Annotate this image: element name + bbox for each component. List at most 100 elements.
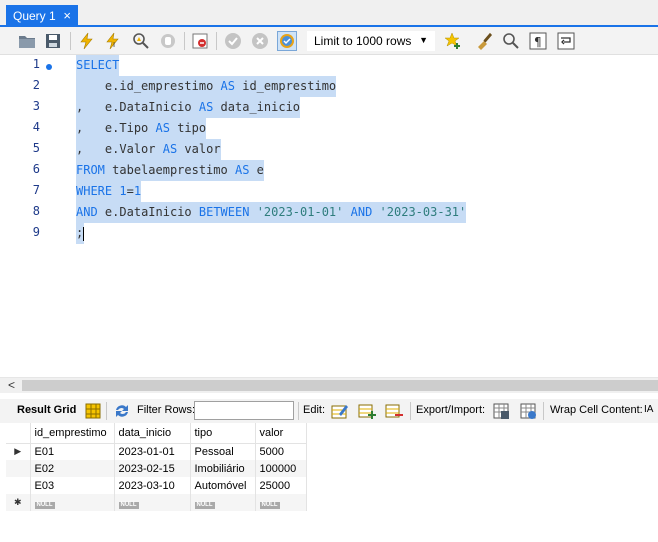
result-grid[interactable]: id_emprestimo data_inicio tipo valor ▶ E… <box>6 423 307 511</box>
code-line[interactable]: ; <box>76 223 85 244</box>
string-literal: '2023-01-01' <box>256 205 344 219</box>
code-line[interactable]: , e.Tipo AS tipo <box>76 118 207 139</box>
table-cell[interactable]: E02 <box>30 460 115 477</box>
close-icon[interactable]: × <box>63 8 71 24</box>
table-cell[interactable]: NULL <box>255 494 307 511</box>
editor-horizontal-scrollbar[interactable]: < <box>0 377 658 393</box>
column-header[interactable]: id_emprestimo <box>30 423 115 444</box>
export-icon[interactable] <box>492 402 510 420</box>
filter-rows-label: Filter Rows: <box>137 404 196 416</box>
query-toolbar: I Limit to 1000 rows ▼ ¶ <box>0 27 658 55</box>
table-row[interactable]: E02 2023-02-15 Imobiliário 100000 <box>6 460 307 477</box>
limit-rows-select[interactable]: Limit to 1000 rows ▼ <box>307 31 435 51</box>
code-text: FROM tabelaemprestimo AS e <box>76 163 264 177</box>
code-token: , <box>76 121 105 135</box>
code-text: AND e.DataInicio BETWEEN '2023-01-01' AN… <box>76 205 466 219</box>
line-number: 6 <box>32 162 40 176</box>
insert-row-icon[interactable] <box>358 402 376 420</box>
scrollbar-thumb[interactable] <box>22 380 658 391</box>
table-cell[interactable]: 100000 <box>255 460 307 477</box>
table-cell[interactable]: E01 <box>30 443 115 460</box>
result-grid-tab[interactable]: Result Grid <box>17 404 76 416</box>
table-cell[interactable]: E03 <box>30 477 115 494</box>
table-cell[interactable]: NULL <box>190 494 256 511</box>
string-literal: '2023-03-31' <box>379 205 467 219</box>
filter-rows-input[interactable] <box>194 401 294 420</box>
execute-lightning-icon[interactable] <box>77 31 97 51</box>
autocommit-toggle-icon[interactable] <box>277 31 297 51</box>
sql-keyword: AS <box>220 79 235 93</box>
invisible-chars-pilcrow-icon[interactable]: ¶ <box>528 31 548 51</box>
toolbar-separator <box>543 402 544 420</box>
code-token: ; <box>76 226 84 240</box>
edit-current-row-icon[interactable] <box>331 402 349 420</box>
code-text: SELECT <box>76 58 119 72</box>
table-cell[interactable]: 2023-02-15 <box>114 460 191 477</box>
table-cell[interactable]: NULL <box>114 494 191 511</box>
explain-magnifier-icon[interactable] <box>131 31 151 51</box>
code-token: Valor <box>119 142 156 156</box>
code-text: e.id_emprestimo AS id_emprestimo <box>76 79 336 93</box>
toolbar-separator <box>106 402 107 420</box>
code-line[interactable]: AND e.DataInicio BETWEEN '2023-01-01' AN… <box>76 202 467 223</box>
code-line[interactable]: , e.DataInicio AS data_inicio <box>76 97 301 118</box>
new-row[interactable]: ✱ NULL NULL NULL NULL <box>6 494 307 511</box>
stop-hand-icon[interactable] <box>158 31 178 51</box>
column-header[interactable]: tipo <box>190 423 256 444</box>
table-row[interactable]: E03 2023-03-10 Automóvel 25000 <box>6 477 307 494</box>
line-number: 2 <box>32 78 40 92</box>
table-cell[interactable]: Automóvel <box>190 477 256 494</box>
beautify-broom-icon[interactable] <box>474 31 494 51</box>
open-folder-icon[interactable] <box>17 31 37 51</box>
code-line[interactable]: , e.Valor AS valor <box>76 139 221 160</box>
import-icon[interactable] <box>519 402 537 420</box>
toolbar-separator <box>216 32 217 50</box>
code-token: Tipo <box>119 121 149 135</box>
column-header[interactable]: valor <box>255 423 307 444</box>
current-statement-dot-icon <box>46 64 52 70</box>
mysql-workbench-query-window: Query 1 × I Limit to 1000 rows ▼ ¶ 1 2 3… <box>0 0 658 542</box>
save-icon[interactable] <box>43 31 63 51</box>
new-row-asterisk-icon: ✱ <box>6 494 31 511</box>
word-wrap-icon[interactable] <box>556 31 576 51</box>
tab-query-1[interactable]: Query 1 × <box>6 5 78 26</box>
table-row[interactable]: ▶ E01 2023-01-01 Pessoal 5000 <box>6 443 307 460</box>
table-cell[interactable]: Imobiliário <box>190 460 256 477</box>
code-line[interactable]: e.id_emprestimo AS id_emprestimo <box>76 76 337 97</box>
code-line[interactable]: WHERE 1=1 <box>76 181 142 202</box>
text-cursor <box>83 226 85 241</box>
refresh-arrows-icon[interactable] <box>113 402 131 420</box>
code-line[interactable]: FROM tabelaemprestimo AS e <box>76 160 264 181</box>
toolbar-separator <box>298 402 299 420</box>
wrap-cell-toggle-icon[interactable]: IA <box>644 404 658 422</box>
toggle-stop-on-error-icon[interactable] <box>190 31 210 51</box>
delete-row-icon[interactable] <box>385 402 403 420</box>
table-cell[interactable]: 2023-01-01 <box>114 443 191 460</box>
null-badge: NULL <box>118 501 139 509</box>
commit-check-icon[interactable] <box>223 31 243 51</box>
line-number-gutter: 1 2 3 4 5 6 7 8 9 <box>0 55 62 377</box>
code-token: data_inicio <box>220 100 301 114</box>
code-token: DataInicio <box>119 100 192 114</box>
table-cell[interactable]: 2023-03-10 <box>114 477 191 494</box>
chevron-left-icon[interactable]: < <box>8 378 15 393</box>
row-header <box>6 460 31 477</box>
grid-icon[interactable] <box>84 402 102 420</box>
code-line[interactable]: SELECT <box>76 55 120 76</box>
find-magnifier-icon[interactable] <box>501 31 521 51</box>
table-cell[interactable]: NULL <box>30 494 115 511</box>
column-header[interactable]: data_inicio <box>114 423 191 444</box>
table-cell[interactable]: 5000 <box>255 443 307 460</box>
rollback-x-icon[interactable] <box>250 31 270 51</box>
sql-editor[interactable]: 1 2 3 4 5 6 7 8 9 SELECT e.id_emprestimo… <box>0 55 658 377</box>
sql-keyword: WHERE <box>76 184 113 198</box>
table-cell[interactable]: 25000 <box>255 477 307 494</box>
add-snippet-star-icon[interactable] <box>443 31 463 51</box>
null-badge: NULL <box>34 501 55 509</box>
sql-keyword: AS <box>162 142 178 156</box>
table-cell[interactable]: Pessoal <box>190 443 256 460</box>
execute-current-statement-icon[interactable]: I <box>103 31 123 51</box>
